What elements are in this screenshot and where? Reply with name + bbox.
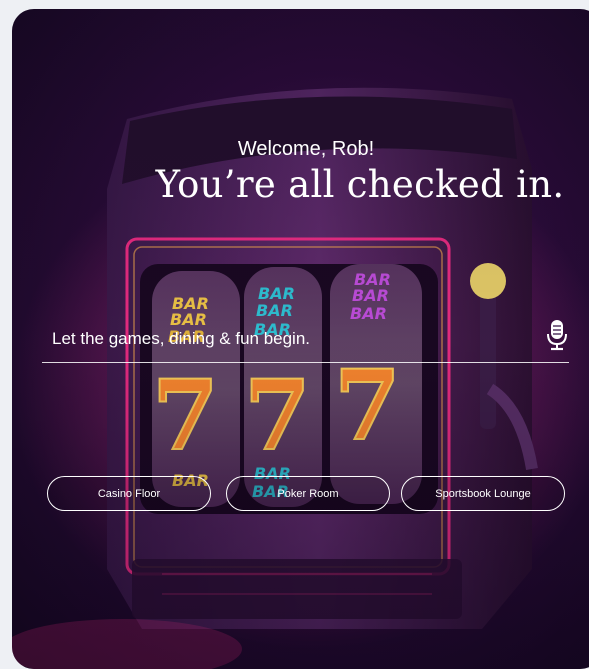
page-title: You’re all checked in. bbox=[155, 163, 565, 206]
welcome-text: Welcome, Rob! bbox=[237, 138, 375, 160]
casino-floor-button[interactable]: Casino Floor bbox=[47, 476, 211, 511]
poker-room-button[interactable]: Poker Room bbox=[226, 476, 390, 511]
search-input[interactable] bbox=[52, 329, 532, 349]
search-bar bbox=[42, 316, 569, 363]
microphone-icon[interactable] bbox=[545, 316, 569, 352]
sportsbook-lounge-button[interactable]: Sportsbook Lounge bbox=[401, 476, 565, 511]
